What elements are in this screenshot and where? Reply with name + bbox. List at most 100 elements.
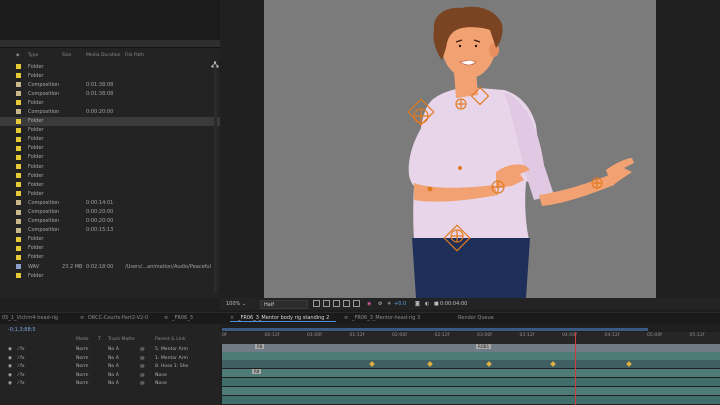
layer-track-matte[interactable]: No A (108, 381, 119, 386)
label-color-swatch[interactable] (16, 91, 21, 97)
layer-track-matte[interactable]: No A (108, 356, 119, 361)
project-item-row[interactable]: Composition 0:01:38:08 (0, 80, 220, 89)
project-item-row[interactable]: Composition 0:00:20:00 (0, 217, 220, 226)
project-scrollbar[interactable] (214, 63, 217, 293)
label-color-swatch[interactable] (16, 209, 21, 215)
visibility-eye-icon[interactable]: ◉ (8, 364, 12, 369)
project-item-row[interactable]: Composition 0:00:20:00 (0, 107, 220, 116)
resolution-dropdown[interactable]: Half (260, 299, 308, 309)
label-color-swatch[interactable] (16, 127, 21, 133)
project-item-row[interactable]: Folder (0, 244, 220, 253)
project-item-row[interactable]: Composition 0:00:15:13 (0, 226, 220, 235)
project-item-row[interactable]: Composition 0:00:14:01 (0, 198, 220, 207)
label-color-swatch[interactable] (16, 109, 21, 115)
tab-menu-icon[interactable]: ≡ (164, 315, 168, 321)
label-color-swatch[interactable] (16, 82, 21, 88)
transparency-grid-icon[interactable] (323, 300, 330, 307)
label-color-swatch[interactable] (16, 100, 21, 106)
column-size[interactable]: Size (62, 53, 71, 58)
layer-parent[interactable]: 8. Hose 1: She (155, 364, 188, 369)
layer-track-bar[interactable] (222, 344, 720, 352)
label-color-swatch[interactable] (16, 136, 21, 142)
project-item-row[interactable]: Folder (0, 162, 220, 171)
layer-marker[interactable]: R8 (252, 369, 262, 374)
composition-viewer[interactable] (264, 0, 656, 298)
column-type[interactable]: Type (28, 53, 38, 58)
project-item-row[interactable]: Folder (0, 189, 220, 198)
current-time-indicator[interactable] (575, 332, 576, 405)
pickwhip-icon[interactable]: @ (140, 381, 145, 386)
layer-track-matte[interactable]: No A (108, 364, 119, 369)
layer-track-bar[interactable] (222, 360, 720, 368)
grid-guides-icon[interactable] (343, 300, 350, 307)
project-item-row[interactable]: Folder (0, 62, 220, 71)
visibility-eye-icon[interactable]: ◉ (8, 347, 12, 352)
layer-mode[interactable]: Norm (76, 364, 89, 369)
visibility-eye-icon[interactable]: ◉ (8, 356, 12, 361)
region-of-interest-icon[interactable] (313, 300, 320, 307)
gear-icon[interactable]: ⚙ (378, 301, 382, 307)
reset-exposure-icon[interactable]: ✳ (387, 301, 391, 307)
work-area-bar[interactable] (222, 328, 648, 331)
tab-menu-icon[interactable]: ≡ (344, 315, 348, 321)
layer-parent[interactable]: None (155, 373, 167, 378)
mask-visibility-icon[interactable] (333, 300, 340, 307)
project-item-row[interactable]: Folder (0, 235, 220, 244)
layer-row[interactable]: ◉ ⁄ fx Norm No A @5. Mentor Arm (0, 346, 220, 354)
project-item-row[interactable]: Folder (0, 116, 220, 126)
project-item-row[interactable]: Folder (0, 153, 220, 162)
pickwhip-icon[interactable]: @ (140, 373, 145, 378)
label-color-swatch[interactable] (16, 73, 21, 79)
label-color-swatch[interactable] (16, 154, 21, 160)
pickwhip-icon[interactable]: @ (140, 347, 145, 352)
layer-parent[interactable]: 5. Mentor Arm (155, 347, 188, 352)
tab-5[interactable]: Render Queue (458, 315, 494, 321)
layer-parent[interactable]: 1. Mentor Arm (155, 356, 188, 361)
tab-4[interactable]: _FR06_3_Mentor-head-rig 3 (352, 315, 420, 321)
camera-icon[interactable]: ◙ (415, 301, 420, 307)
project-item-row[interactable]: Folder (0, 126, 220, 135)
project-item-row[interactable]: Composition 0:01:38:08 (0, 89, 220, 98)
zoom-chevron-icon[interactable]: ⌄ (242, 301, 246, 307)
label-color-swatch[interactable] (16, 173, 21, 179)
label-color-swatch[interactable] (16, 227, 21, 233)
layer-switches[interactable]: ⁄ fx (18, 381, 25, 386)
layer-marker[interactable]: ROB1 (476, 344, 492, 349)
tab-2[interactable]: _FR06_3 (172, 315, 193, 321)
project-item-row[interactable]: Folder (0, 144, 220, 153)
label-color-swatch[interactable] (16, 254, 21, 260)
project-item-row[interactable]: Folder (0, 135, 220, 144)
layer-track-matte[interactable]: No A (108, 373, 119, 378)
label-color-swatch[interactable] (16, 182, 21, 188)
layer-row[interactable]: ◉ ⁄ fx Norm No A @1. Mentor Arm (0, 355, 220, 363)
pickwhip-icon[interactable]: @ (140, 356, 145, 361)
label-color-swatch[interactable] (16, 218, 21, 224)
color-swatch-icon[interactable]: ■ (434, 301, 439, 307)
column-media-duration[interactable]: Media Duration (86, 53, 121, 58)
layer-row[interactable]: ◉ ⁄ fx Norm No A @ None (0, 380, 220, 388)
layer-mode[interactable]: Norm (76, 373, 89, 378)
current-timecode[interactable]: 0:00:04:00 (440, 301, 467, 307)
label-color-swatch[interactable] (16, 118, 21, 124)
time-ruler[interactable] (220, 332, 720, 344)
visibility-eye-icon[interactable]: ◉ (8, 373, 12, 378)
layer-track-matte[interactable]: No A (108, 347, 119, 352)
layer-mode[interactable]: Norm (76, 356, 89, 361)
column-label-icon[interactable]: ◆ (16, 53, 19, 58)
label-color-swatch[interactable] (16, 273, 21, 279)
pickwhip-icon[interactable]: @ (140, 364, 145, 369)
project-item-row[interactable]: Folder (0, 71, 220, 80)
layer-track-bar[interactable] (222, 369, 720, 377)
label-color-swatch[interactable] (16, 200, 21, 206)
layer-row[interactable]: ◉ ⁄ fx Norm No A @8. Hose 1: She (0, 363, 220, 371)
column-file-path[interactable]: File Path (125, 53, 144, 58)
project-item-row[interactable]: Folder (0, 271, 220, 280)
layer-switches[interactable]: ⁄ fx (18, 347, 25, 352)
layer-track-bar[interactable] (222, 352, 720, 360)
layer-parent[interactable]: None (155, 381, 167, 386)
layer-row[interactable]: ◉ ⁄ fx Norm No A @ None (0, 372, 220, 380)
project-item-row[interactable]: Folder (0, 180, 220, 189)
layer-switches[interactable]: ⁄ fx (18, 373, 25, 378)
project-item-row[interactable]: Folder (0, 171, 220, 180)
layer-switches[interactable]: ⁄ fx (18, 364, 25, 369)
